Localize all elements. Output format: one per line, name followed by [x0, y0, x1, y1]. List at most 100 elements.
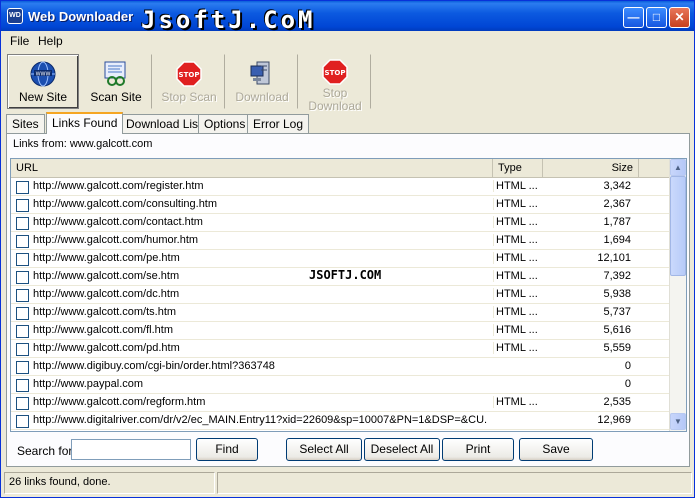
tab-sites[interactable]: Sites — [6, 114, 45, 133]
table-row[interactable]: http://www.galcott.com/consulting.htm HTM… — [11, 196, 669, 214]
table-row[interactable]: http://www.galcott.com/contact.htm HTML .… — [11, 214, 669, 232]
row-size: 1,694 — [603, 234, 631, 246]
row-checkbox[interactable] — [16, 307, 29, 320]
row-checkbox[interactable] — [16, 181, 29, 194]
minimize-button[interactable]: — — [623, 7, 644, 28]
download-computer-icon — [250, 61, 270, 85]
row-size: 12,101 — [597, 252, 631, 264]
row-checkbox[interactable] — [16, 397, 29, 410]
stop-scan-button[interactable]: STOP Stop Scan — [153, 54, 225, 109]
scroll-thumb[interactable] — [670, 176, 686, 276]
row-type: HTML ... — [493, 324, 538, 336]
table-row[interactable]: http://www.galcott.com/ts.htm HTML ... 5,7… — [11, 304, 669, 322]
row-url: http://www.galcott.com/pd.htm — [33, 342, 180, 354]
row-type: HTML ... — [493, 342, 538, 354]
column-header-type[interactable]: Type — [493, 159, 543, 177]
tab-options[interactable]: Options — [198, 114, 252, 133]
row-size: 0 — [624, 360, 631, 372]
column-header-url[interactable]: URL — [11, 159, 493, 177]
status-pane-secondary — [217, 472, 692, 494]
row-type: HTML ... — [493, 306, 538, 318]
row-url: http://www.galcott.com/register.htm — [33, 180, 204, 192]
menu-help[interactable]: Help — [38, 34, 63, 48]
search-input[interactable] — [71, 439, 191, 460]
download-label: Download — [235, 90, 289, 104]
stop-sign-icon: STOP — [176, 61, 202, 87]
menu-file[interactable]: File — [10, 34, 29, 48]
table-row[interactable]: http://www.galcott.com/pe.htm HTML ... 12,… — [11, 250, 669, 268]
maximize-button[interactable]: □ — [646, 7, 667, 28]
row-url: http://www.galcott.com/humor.htm — [33, 234, 199, 246]
row-url: http://www.paypal.com — [33, 378, 144, 390]
search-label: Search for — [17, 444, 73, 458]
download-button[interactable]: Download — [226, 54, 298, 109]
stop-download-button[interactable]: STOP Stop Download — [299, 54, 371, 113]
print-button[interactable]: Print — [442, 438, 514, 461]
row-size: 2,367 — [603, 198, 631, 210]
row-url: http://www.galcott.com/dc.htm — [33, 288, 180, 300]
close-button[interactable]: ✕ — [669, 7, 690, 28]
stop-download-sign-text: STOP — [325, 69, 346, 77]
row-size: 5,559 — [603, 342, 631, 354]
window-title: Web Downloader — [28, 9, 134, 24]
row-size: 12,969 — [597, 414, 631, 426]
row-size: 1,787 — [603, 216, 631, 228]
column-header-size[interactable]: Size — [543, 159, 639, 177]
scan-icon — [104, 61, 126, 86]
table-row[interactable]: http://www.galcott.com/humor.htm HTML ...… — [11, 232, 669, 250]
row-size: 2,535 — [603, 396, 631, 408]
toolbar: WWW New Site Scan Site STOP Stop Scan Do… — [4, 52, 692, 113]
table-row[interactable]: http://www.galcott.com/pd.htm HTML ... 5,5… — [11, 340, 669, 358]
row-type: HTML ... — [493, 180, 538, 192]
row-checkbox[interactable] — [16, 289, 29, 302]
tab-links-found[interactable]: Links Found — [46, 112, 124, 134]
row-size: 5,938 — [603, 288, 631, 300]
scan-site-button[interactable]: Scan Site — [80, 54, 152, 109]
scroll-up-button[interactable]: ▲ — [670, 159, 686, 176]
row-checkbox[interactable] — [16, 217, 29, 230]
row-checkbox[interactable] — [16, 343, 29, 356]
watermark-top: JsoftJ.CoM — [141, 6, 316, 34]
row-checkbox[interactable] — [16, 415, 29, 428]
row-url: http://www.digitalriver.com/dr/v2/ec_MAI… — [33, 414, 487, 426]
row-size: 5,737 — [603, 306, 631, 318]
table-row[interactable]: http://www.paypal.com 0 — [11, 376, 669, 394]
tab-error-log[interactable]: Error Log — [247, 114, 310, 133]
row-type: HTML ... — [493, 252, 538, 264]
row-checkbox[interactable] — [16, 235, 29, 248]
menu-bar: File Help — [1, 31, 694, 51]
new-site-label: New Site — [18, 90, 68, 104]
deselect-all-button[interactable]: Deselect All — [364, 438, 440, 461]
table-row[interactable]: http://www.galcott.com/register.htm HTML … — [11, 178, 669, 196]
stop-sign-icon: STOP — [322, 59, 348, 85]
row-url: http://www.galcott.com/contact.htm — [33, 216, 203, 228]
row-checkbox[interactable] — [16, 379, 29, 392]
row-type: HTML ... — [493, 396, 538, 408]
table-row[interactable]: http://www.digibuy.com/cgi-bin/order.htm… — [11, 358, 669, 376]
row-type: HTML ... — [493, 234, 538, 246]
row-checkbox[interactable] — [16, 199, 29, 212]
save-button[interactable]: Save — [519, 438, 593, 461]
row-checkbox[interactable] — [16, 271, 29, 284]
row-checkbox[interactable] — [16, 325, 29, 338]
scan-site-label: Scan Site — [90, 90, 142, 104]
app-icon: WD — [7, 8, 23, 24]
find-button[interactable]: Find — [196, 438, 258, 461]
scroll-down-button[interactable]: ▼ — [670, 413, 686, 430]
row-checkbox[interactable] — [16, 253, 29, 266]
select-all-button[interactable]: Select All — [286, 438, 362, 461]
links-list[interactable]: URL Type Size http://www.galcott.com/reg… — [10, 158, 687, 432]
vertical-scrollbar[interactable]: ▲ ▼ — [669, 159, 686, 431]
table-row[interactable]: http://www.galcott.com/regform.htm HTML .… — [11, 394, 669, 412]
links-found-panel: Links from: www.galcott.com URL Type Siz… — [6, 133, 690, 467]
table-row[interactable]: http://www.galcott.com/dc.htm HTML ... 5,9… — [11, 286, 669, 304]
table-row[interactable]: http://www.digitalriver.com/dr/v2/ec_MAI… — [11, 412, 669, 430]
row-checkbox[interactable] — [16, 361, 29, 374]
scroll-up-icon: ▲ — [674, 163, 682, 172]
tab-download-list[interactable]: Download List — [120, 114, 208, 133]
table-row[interactable]: http://www.galcott.com/fl.htm HTML ... 5,6… — [11, 322, 669, 340]
row-url: http://www.digibuy.com/cgi-bin/order.htm… — [33, 360, 275, 372]
title-bar[interactable]: WD Web Downloader JsoftJ.CoM — □ ✕ — [1, 1, 694, 34]
new-site-button[interactable]: WWW New Site — [7, 54, 79, 109]
maximize-icon: □ — [652, 10, 661, 24]
